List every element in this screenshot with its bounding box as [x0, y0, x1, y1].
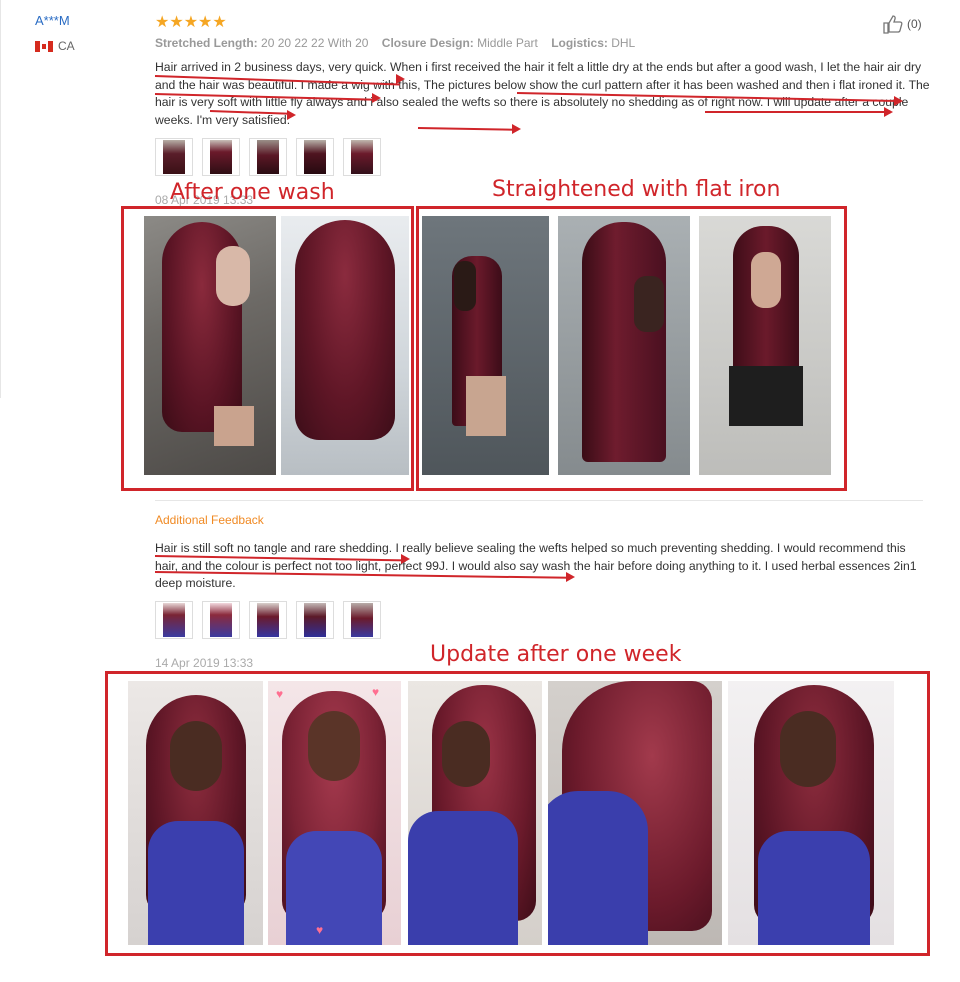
- update-photo-5[interactable]: [728, 681, 894, 945]
- country-code: CA: [58, 39, 75, 53]
- update-photo-3[interactable]: [408, 681, 542, 945]
- annotation-update-week: Update after one week: [430, 642, 682, 667]
- section-divider: [155, 500, 923, 501]
- annotation-straightened: Straightened with flat iron: [492, 177, 781, 202]
- reviewer-name[interactable]: A***M: [35, 13, 70, 28]
- feedback-thumbnails: [155, 601, 381, 639]
- arrow-mark: [894, 96, 903, 106]
- additional-feedback-text: Hair is still soft no tangle and rare sh…: [155, 541, 917, 590]
- reviewer-country: CA: [35, 39, 75, 53]
- review-photo-straight-side[interactable]: [422, 216, 549, 475]
- attr-label-length: Stretched Length:: [155, 36, 258, 50]
- arrow-mark: [566, 572, 575, 582]
- review-photo-straight-back[interactable]: [558, 216, 690, 475]
- thumbs-up-icon: [883, 15, 903, 34]
- feedback-thumbnail[interactable]: [343, 601, 381, 639]
- left-divider: [0, 0, 1, 398]
- feedback-thumbnail[interactable]: [202, 601, 240, 639]
- attr-label-closure: Closure Design:: [381, 36, 474, 50]
- update-photo-1[interactable]: [128, 681, 263, 945]
- star-rating: ★★★★★: [155, 14, 227, 31]
- canada-flag-icon: [35, 40, 53, 52]
- arrow-mark: [287, 110, 296, 120]
- attr-value-logistics: DHL: [611, 36, 636, 50]
- attr-value-length: 20 20 22 22 With 20: [261, 36, 369, 50]
- review-thumbnails: [155, 138, 381, 176]
- helpful-count: (0): [907, 17, 922, 31]
- feedback-thumbnail[interactable]: [296, 601, 334, 639]
- feedback-thumbnail[interactable]: [249, 601, 287, 639]
- feedback-date: 14 Apr 2019 13:33: [155, 656, 254, 670]
- review-photo-wavy-front[interactable]: [144, 216, 276, 475]
- attr-label-logistics: Logistics:: [551, 36, 608, 50]
- annotation-after-wash: After one wash: [170, 180, 335, 205]
- product-attributes: Stretched Length: 20 20 22 22 With 20 Cl…: [155, 36, 635, 50]
- arrow-mark: [512, 124, 521, 134]
- arrow-mark: [401, 554, 410, 564]
- review-thumbnail[interactable]: [249, 138, 287, 176]
- additional-feedback-heading: Additional Feedback: [155, 513, 264, 527]
- arrow-mark: [884, 107, 893, 117]
- feedback-thumbnail[interactable]: [155, 601, 193, 639]
- attr-value-closure: Middle Part: [477, 36, 538, 50]
- review-photo-wavy-back[interactable]: [281, 216, 409, 475]
- update-photo-2[interactable]: ♥ ♥ ♥: [268, 681, 401, 945]
- review-thumbnail[interactable]: [296, 138, 334, 176]
- review-photo-straight-front[interactable]: [699, 216, 831, 475]
- underline-mark: [417, 127, 517, 131]
- helpful-button[interactable]: (0): [882, 14, 922, 34]
- review-thumbnail[interactable]: [155, 138, 193, 176]
- arrow-mark: [372, 93, 381, 103]
- review-thumbnail[interactable]: [343, 138, 381, 176]
- arrow-mark: [396, 74, 405, 84]
- review-thumbnail[interactable]: [202, 138, 240, 176]
- underline-mark: [705, 111, 888, 113]
- update-photo-4[interactable]: [548, 681, 722, 945]
